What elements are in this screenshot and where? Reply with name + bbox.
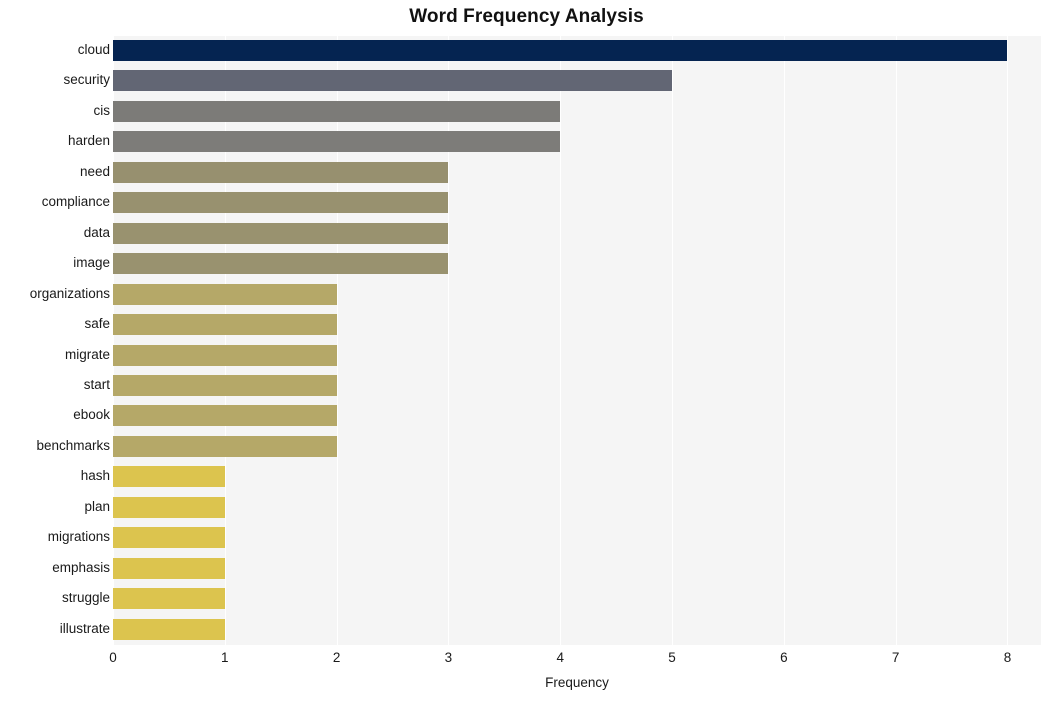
y-axis-label-plan: plan [84, 498, 110, 514]
y-axis-label-compliance: compliance [41, 194, 110, 210]
y-axis-labels: cloud security cis harden need compliance data… [0, 36, 110, 645]
y-axis-label-cis: cis [93, 102, 111, 118]
bar-row [113, 158, 1041, 187]
bar-row [113, 462, 1041, 491]
bar-row [113, 493, 1041, 522]
y-axis-label-hash: hash [80, 468, 110, 484]
bar-row [113, 432, 1041, 461]
bar-start[interactable] [113, 374, 337, 396]
bar-hash[interactable] [113, 466, 225, 488]
bar-migrate[interactable] [113, 344, 337, 366]
bars-container [113, 36, 1041, 645]
y-axis-label-organizations: organizations [29, 285, 110, 301]
bar-row [113, 249, 1041, 278]
bar-illustrate[interactable] [113, 618, 225, 640]
y-axis-label-need: need [79, 163, 110, 179]
bar-row [113, 523, 1041, 552]
bar-ebook[interactable] [113, 405, 337, 427]
x-axis-tick-labels: 0 1 2 3 4 5 6 7 8 [0, 650, 1053, 670]
bar-plan[interactable] [113, 496, 225, 518]
bar-row [113, 188, 1041, 217]
y-axis-label-start: start [83, 376, 110, 392]
x-axis-tick-3: 3 [444, 650, 453, 665]
bar-row [113, 401, 1041, 430]
bar-row [113, 97, 1041, 126]
bar-row [113, 280, 1041, 309]
x-axis-tick-1: 1 [221, 650, 229, 665]
bar-row [113, 371, 1041, 400]
y-axis-label-security: security [63, 72, 110, 88]
x-axis-tick-8: 8 [1003, 650, 1012, 665]
bar-cis[interactable] [113, 100, 561, 122]
bar-harden[interactable] [113, 131, 561, 153]
bar-image[interactable] [113, 253, 449, 275]
bar-migrations[interactable] [113, 527, 225, 549]
bar-row [113, 584, 1041, 613]
y-axis-label-harden: harden [67, 133, 110, 149]
bar-cloud[interactable] [113, 40, 1008, 61]
x-axis-tick-2: 2 [332, 650, 341, 665]
word-frequency-bar-chart: Word Frequency Analysis cloud security cis… [0, 0, 1053, 701]
y-axis-label-benchmarks: benchmarks [36, 437, 110, 453]
bar-row [113, 615, 1041, 644]
x-axis-title: Frequency [545, 675, 609, 690]
bar-row [113, 219, 1041, 248]
x-axis-tick-5: 5 [668, 650, 676, 665]
bar-row [113, 66, 1041, 95]
y-axis-label-image: image [73, 255, 110, 271]
x-axis-tick-6: 6 [780, 650, 788, 665]
bar-row [113, 554, 1041, 583]
x-axis-tick-4: 4 [556, 650, 564, 665]
y-axis-label-struggle: struggle [61, 590, 110, 606]
x-axis-tick-7: 7 [891, 650, 900, 665]
y-axis-label-ebook: ebook [73, 407, 110, 423]
bar-safe[interactable] [113, 314, 337, 336]
bar-need[interactable] [113, 161, 449, 183]
bar-row [113, 36, 1041, 65]
bar-emphasis[interactable] [113, 557, 225, 579]
y-axis-label-safe: safe [84, 316, 110, 332]
y-axis-label-migrations: migrations [47, 529, 110, 545]
bar-benchmarks[interactable] [113, 435, 337, 457]
y-axis-label-data: data [83, 224, 110, 240]
bar-row [113, 341, 1041, 370]
bar-security[interactable] [113, 70, 673, 92]
bar-organizations[interactable] [113, 283, 337, 305]
x-axis-tick-0: 0 [109, 650, 117, 665]
bar-data[interactable] [113, 222, 449, 244]
y-axis-label-illustrate: illustrate [59, 620, 110, 636]
chart-title: Word Frequency Analysis [409, 6, 644, 27]
plot-area [113, 36, 1041, 645]
bar-compliance[interactable] [113, 192, 449, 214]
bar-struggle[interactable] [113, 588, 225, 610]
y-axis-label-migrate: migrate [64, 346, 110, 362]
bar-row [113, 310, 1041, 339]
y-axis-label-cloud: cloud [77, 42, 110, 57]
y-axis-label-emphasis: emphasis [52, 559, 110, 575]
bar-row [113, 127, 1041, 156]
